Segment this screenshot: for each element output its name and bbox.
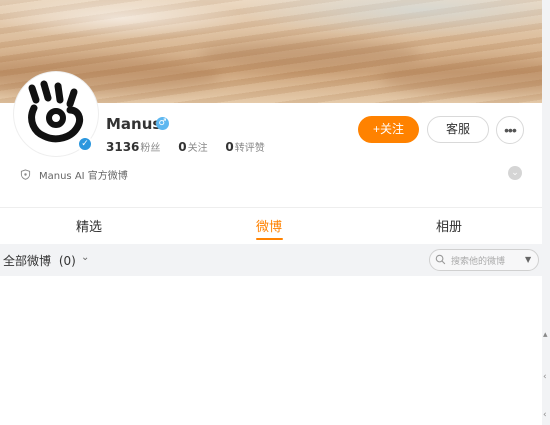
search-icon [435, 254, 446, 265]
followers-count[interactable]: 3136 [106, 140, 139, 154]
tab-weibo[interactable]: 微博 [256, 216, 282, 235]
following-label: 关注 [187, 143, 208, 154]
verified-badge-icon: ✓ [77, 136, 93, 152]
search-placeholder: 搜索他的微博 [451, 257, 506, 267]
engagement-label: 转评赞 [234, 143, 265, 154]
scroll-strip: ▴ ‹ ‹ [542, 0, 550, 425]
filter-count: (0) [58, 254, 76, 268]
customer-service-button[interactable]: 客服 [427, 116, 489, 143]
profile-description: Manus AI 官方微博 [39, 171, 128, 182]
tab-featured[interactable]: 精选 [76, 216, 102, 235]
active-tab-indicator [256, 238, 283, 240]
search-scope-caret-icon[interactable]: ▼ [525, 255, 531, 264]
profile-stats: 3136粉丝 0关注 0转评赞 [106, 139, 279, 154]
male-icon: ♂ [156, 117, 169, 130]
engagement-count[interactable]: 0 [225, 140, 233, 154]
shield-icon [20, 169, 31, 180]
expand-icon[interactable]: ⌄ [508, 166, 522, 180]
follow-button[interactable]: +关注 [358, 116, 419, 143]
chevron-down-icon[interactable]: ⌄ [81, 252, 89, 263]
profile-name: Manus [106, 115, 162, 133]
post-filter-dropdown[interactable]: 全部微博 (0) [3, 252, 76, 269]
divider [0, 207, 542, 208]
followers-label: 粉丝 [140, 143, 161, 154]
following-count[interactable]: 0 [178, 140, 186, 154]
filter-label: 全部微博 [3, 254, 52, 268]
more-button[interactable]: ••• [496, 116, 524, 144]
profile-description-row: Manus AI 官方微博 [20, 167, 128, 182]
tab-album[interactable]: 相册 [436, 216, 462, 235]
